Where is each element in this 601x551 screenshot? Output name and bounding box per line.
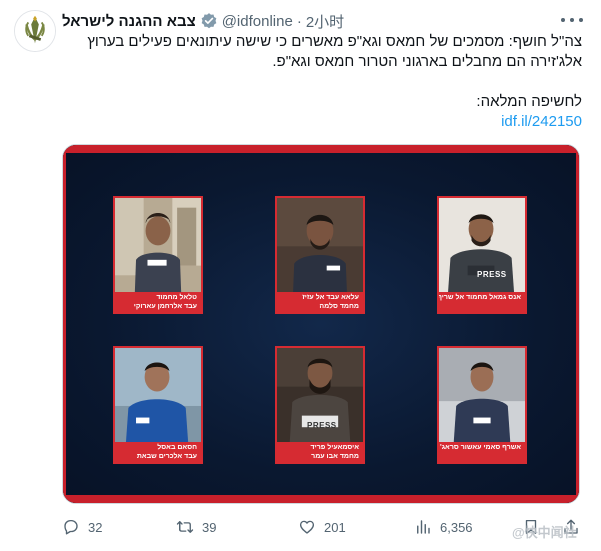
tweet[interactable]: צבא ההגנה לישראל @idfonline · 2小时 צה"ל ח… [0,0,601,551]
more-dot-icon [561,18,565,22]
verified-badge-icon[interactable] [200,12,218,30]
journalist-name: עלאא עבד אל עזיז [302,294,359,301]
press-label: PRESS [307,421,337,430]
journalist-role: עבד אלרחמן עארוקי [133,303,197,310]
heart-icon [299,520,315,534]
journalist-caption: עלאא עבד אל עזיז מחמד סלמה [277,292,363,312]
journalist-caption: אנס גמאל מחמוד אל שריף [439,292,525,312]
journalist-caption: אשרף סאמי עאשור סראג' [439,442,525,462]
media-red-frame [63,495,579,503]
reply-icon [64,519,78,535]
journalist-caption: חסאם באסל עבד אלכרים שבאת [115,442,201,462]
media-red-frame [576,145,579,503]
tweet-text-line: לחשיפה המלאה: [476,93,582,110]
more-options-button[interactable] [561,12,583,28]
journalist-card: PRESS איסמאעיל פריד מחמד אבו עמר [275,346,365,464]
journalist-card: עלאא עבד אל עזיז מחמד סלמה [275,196,365,314]
tweet-text-line: אלג'זירה הם מחבלים בארגוני הטרור חמאס וג… [272,53,582,70]
watermark-text: @快中闻社 [512,525,577,540]
journalist-name: חסאם באסל [157,444,197,451]
retweet-icon [176,521,194,533]
tweet-text-line: צה"ל חושף: מסמכים של חמאס וגא"פ מאשרים כ… [87,33,582,50]
tweet-time[interactable]: 2小时 [306,11,344,32]
author-avatar[interactable] [14,10,56,52]
like-count: 201 [324,519,346,535]
more-dot-icon [579,18,583,22]
journalist-name: אנס גמאל מחמוד אל שריף [439,294,521,301]
idf-emblem-icon [15,11,55,51]
journalist-caption: איסמאעיל פריד מחמד אבו עמר [277,442,363,462]
author-handle[interactable]: @idfonline [222,13,293,30]
journalist-caption: טלאל מחמוד עבד אלרחמן עארוקי [115,292,201,312]
like-button[interactable]: 201 [298,518,346,536]
author-display-name[interactable]: צבא ההגנה לישראל [62,13,196,30]
journalist-card: PRESS אנס גמאל מחמוד אל שריף [437,196,527,314]
press-label: PRESS [477,270,507,279]
reply-count: 32 [88,519,103,535]
media-red-frame [63,145,579,153]
tweet-text: צה"ל חושף: מסמכים של חמאס וגא"פ מאשרים כ… [62,32,582,132]
more-dot-icon [570,18,574,22]
journalist-name: טלאל מחמוד [156,294,197,301]
journalist-card: חסאם באסל עבד אלכרים שבאת [113,346,203,464]
views-button[interactable]: 6,356 [414,518,473,536]
journalist-card: אשרף סאמי עאשור סראג' [437,346,527,464]
separator-dot: · [296,12,302,30]
journalist-card: טלאל מחמוד עבד אלרחמן עארוקי [113,196,203,314]
retweet-button[interactable]: 39 [176,518,216,536]
journalist-role: עבד אלכרים שבאת [136,453,197,460]
journalist-name: איסמאעיל פריד [310,444,359,451]
tweet-actions-bar: 32 39 201 6,356 [62,514,582,540]
tweet-link[interactable]: idf.il/242150 [501,112,582,132]
bar-chart-icon [417,520,430,534]
journalist-role: מחמד אבו עמר [311,453,359,460]
tweet-media-image[interactable]: טלאל מחמוד עבד אלרחמן עארוקי עלאא עבד אל… [62,144,580,504]
journalist-role: מחמד סלמה [319,303,359,310]
media-red-frame [63,145,66,503]
reply-button[interactable]: 32 [62,518,102,536]
journalist-name: אשרף סאמי עאשור סראג' [440,444,521,451]
retweet-count: 39 [202,519,217,535]
view-count: 6,356 [440,519,473,535]
tweet-header: צבא ההגנה לישראל @idfonline · 2小时 [62,10,562,32]
